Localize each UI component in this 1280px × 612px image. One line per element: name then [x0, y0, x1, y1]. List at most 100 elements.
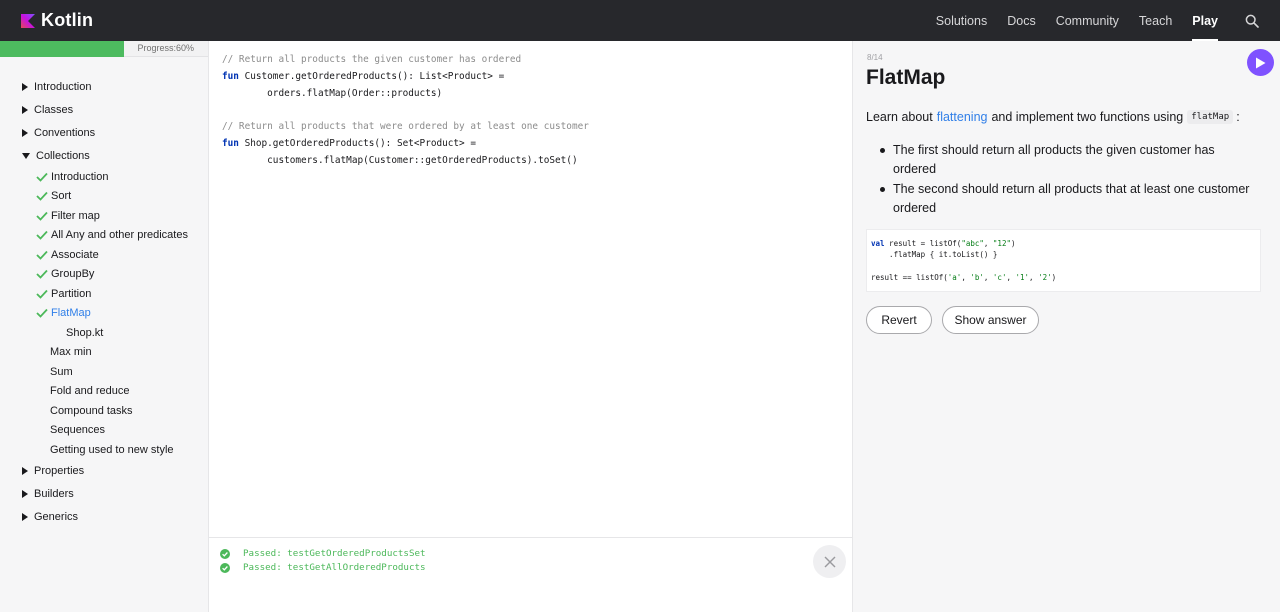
code-line: // Return all products the given custome… — [222, 54, 522, 65]
outline-section[interactable]: Classes — [0, 98, 208, 121]
checkmark-icon — [36, 211, 48, 221]
outline-task[interactable]: Sequences — [0, 421, 208, 441]
progress-fill — [0, 41, 124, 57]
caret-right-icon — [22, 467, 28, 475]
check-circle-icon — [220, 562, 230, 573]
kotlin-logo[interactable]: Kotlin — [21, 10, 93, 31]
search-button[interactable] — [1232, 0, 1272, 41]
kotlin-logo-icon — [21, 13, 35, 28]
sample-string: "12" — [992, 239, 1011, 248]
outline-task[interactable]: GroupBy — [0, 265, 208, 285]
close-console-button[interactable] — [813, 545, 846, 578]
nav-play[interactable]: Play — [1182, 0, 1228, 41]
sample-text: ) — [1051, 272, 1057, 282]
task-counter: 8/14 — [867, 53, 883, 62]
outline-file[interactable]: Shop.kt — [0, 323, 208, 343]
task-title: FlatMap — [866, 66, 946, 89]
outline-task[interactable]: Fold and reduce — [0, 382, 208, 402]
inline-code: flatMap — [1187, 110, 1234, 124]
code-line: orders.flatMap(Order::products) — [222, 87, 443, 99]
test-result-text: Passed: testGetOrderedProductsSet — [243, 548, 426, 559]
checkmark-icon — [36, 192, 48, 202]
task-intro: Learn about flattening and implement two… — [866, 110, 1240, 124]
outline-task[interactable]: Sort — [0, 187, 208, 207]
play-icon — [1256, 57, 1266, 68]
sample-text: , — [961, 272, 971, 282]
sample-text: ) — [1010, 239, 1016, 248]
outline-section[interactable]: Introduction — [0, 75, 208, 98]
code-line: // Return all products that were ordered… — [222, 121, 589, 133]
outline-item-label: Max min — [50, 346, 92, 359]
intro-text: : — [1236, 110, 1240, 124]
nav-community[interactable]: Community — [1046, 0, 1129, 41]
outline-task[interactable]: Getting used to new style — [0, 440, 208, 460]
outline-item-label: Introduction — [51, 170, 109, 183]
outline-task[interactable]: Partition — [0, 284, 208, 304]
test-results-console: Passed: testGetOrderedProductsSet Passed… — [209, 537, 852, 612]
revert-button[interactable]: Revert — [866, 306, 932, 334]
code-keyword: fun — [222, 70, 239, 82]
outline-section[interactable]: Properties — [0, 460, 208, 483]
run-button[interactable] — [1247, 49, 1274, 76]
test-result: Passed: testGetOrderedProductsSet — [220, 548, 426, 559]
top-navigation-bar: Kotlin Solutions Docs Community Teach Pl… — [0, 0, 1280, 41]
outline-task[interactable]: Introduction — [0, 167, 208, 187]
outline-item-label: Generics — [34, 511, 79, 523]
outline-item-label: Sequences — [50, 424, 106, 437]
code-area[interactable]: // Return all products the given custome… — [209, 41, 852, 170]
code-editor[interactable]: // Return all products the given custome… — [209, 41, 852, 537]
caret-right-icon — [22, 105, 28, 114]
outline-task[interactable]: Compound tasks — [0, 401, 208, 421]
requirement-item: The first should return all products the… — [880, 141, 1253, 179]
outline-item-label: Filter map — [51, 209, 100, 222]
nav-solutions[interactable]: Solutions — [926, 0, 997, 41]
outline-section[interactable]: Builders — [0, 483, 208, 506]
sample-string: "abc" — [961, 239, 984, 248]
checkmark-icon — [36, 289, 48, 299]
outline-item-label: GroupBy — [51, 268, 95, 281]
outline-item-label: Sum — [50, 365, 73, 378]
course-sidebar: Progress:60% Introduction Classes Conventi… — [0, 41, 209, 612]
caret-down-icon — [22, 152, 30, 159]
checkmark-icon — [36, 309, 48, 319]
test-result-text: Passed: testGetAllOrderedProducts — [243, 562, 426, 573]
outline-task[interactable]: Sum — [0, 362, 208, 382]
sample-text: result = listOf( — [884, 239, 962, 248]
outline-item-label: FlatMap — [51, 307, 91, 320]
search-icon — [1245, 14, 1259, 28]
nav-docs[interactable]: Docs — [997, 0, 1045, 41]
outline-task[interactable]: All Any and other predicates — [0, 226, 208, 246]
outline-task[interactable]: Filter map — [0, 206, 208, 226]
intro-text: and implement two functions using — [991, 110, 1184, 124]
sample-string: 'b' — [970, 272, 984, 282]
outline-section[interactable]: Conventions — [0, 121, 208, 144]
outline-section[interactable]: Collections — [0, 144, 208, 167]
outline-item-label: All Any and other predicates — [51, 229, 188, 242]
sample-string: '2' — [1038, 272, 1052, 282]
sample-text: , — [983, 272, 993, 282]
code-sample: val result = listOf("abc", "12") .flatMa… — [866, 229, 1261, 292]
nav-teach[interactable]: Teach — [1129, 0, 1182, 41]
outline-section[interactable]: Generics — [0, 506, 208, 529]
close-icon — [824, 556, 835, 567]
outline-item-label: Partition — [51, 287, 92, 300]
checkmark-icon — [36, 270, 48, 280]
sample-string: 'c' — [992, 272, 1007, 282]
outline-task[interactable]: Max min — [0, 343, 208, 363]
outline-task[interactable]: FlatMap — [0, 304, 208, 324]
outline-item-label: Builders — [34, 488, 74, 500]
outline-item-label: Associate — [51, 248, 99, 261]
outline-task[interactable]: Associate — [0, 245, 208, 265]
caret-right-icon — [22, 128, 28, 137]
outline-item-label: Shop.kt — [66, 326, 104, 339]
code-line: Customer.getOrderedProducts(): List<Prod… — [238, 70, 505, 82]
course-outline: Introduction Classes Conventions Collection… — [0, 75, 208, 529]
main-nav: Solutions Docs Community Teach Play — [926, 0, 1280, 41]
sample-text: , — [983, 239, 993, 248]
show-answer-button[interactable]: Show answer — [942, 306, 1039, 334]
flattening-link[interactable]: flattening — [937, 110, 988, 124]
sample-text: , — [1006, 272, 1016, 282]
sample-keyword: val — [871, 239, 885, 248]
caret-right-icon — [22, 82, 28, 91]
brand-name: Kotlin — [41, 10, 94, 30]
